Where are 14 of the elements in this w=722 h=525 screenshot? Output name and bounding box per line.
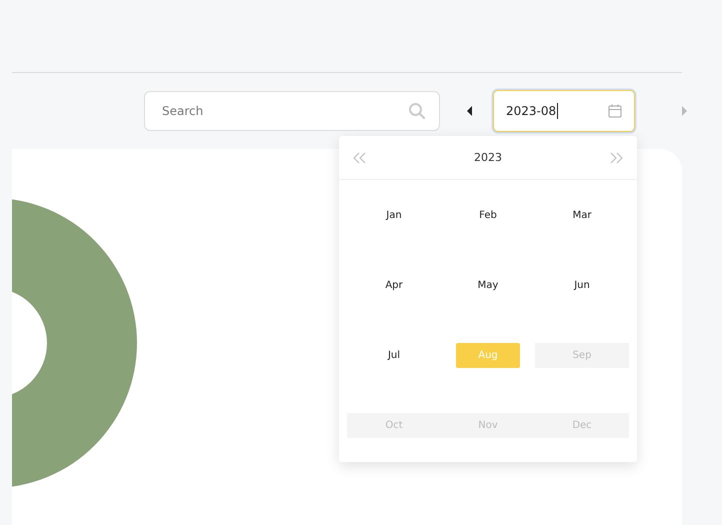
next-year-button[interactable]: [609, 152, 623, 164]
search-field[interactable]: Search: [144, 91, 440, 131]
date-field[interactable]: 2023-08: [493, 90, 635, 132]
month-button[interactable]: Mar: [550, 202, 614, 228]
year-label[interactable]: 2023: [474, 151, 502, 164]
month-button[interactable]: Feb: [456, 202, 520, 228]
month-button[interactable]: Jan: [362, 202, 426, 228]
month-button[interactable]: Apr: [362, 272, 426, 298]
search-icon: [408, 102, 426, 120]
month-button[interactable]: Jun: [550, 272, 614, 298]
previous-year-button[interactable]: [353, 152, 367, 164]
month-button[interactable]: Jul: [362, 342, 426, 368]
month-button[interactable]: May: [456, 272, 520, 298]
calendar-icon: [608, 104, 622, 118]
